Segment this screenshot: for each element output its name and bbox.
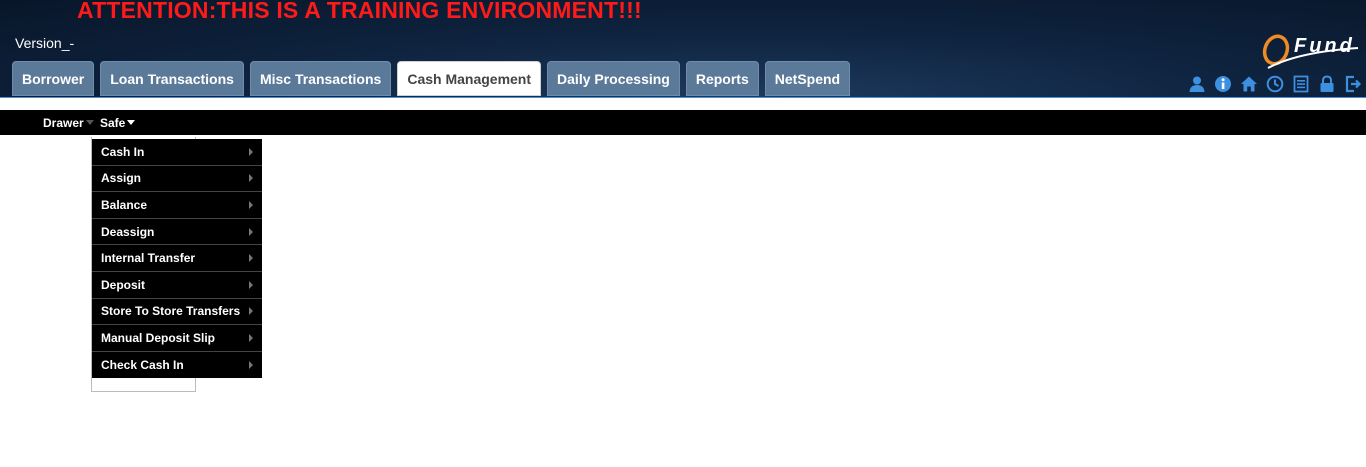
chevron-right-icon (249, 254, 253, 263)
tab-reports[interactable]: Reports (685, 61, 759, 96)
safe-menu[interactable]: Safe (100, 110, 136, 135)
tab-label: Daily Processing (557, 70, 670, 87)
tab-netspend[interactable]: NetSpend (764, 61, 851, 96)
sub-navigation-bar: Drawer Safe (0, 110, 1366, 135)
tab-label: Borrower (22, 70, 85, 87)
menu-item-balance[interactable]: Balance (92, 192, 262, 219)
menu-item-label: Balance (101, 197, 148, 212)
chevron-right-icon (249, 174, 253, 183)
menu-item-label: Internal Transfer (101, 251, 196, 266)
menu-item-deposit[interactable]: Deposit (92, 272, 262, 299)
tab-label: Cash Management (407, 70, 532, 87)
list-icon[interactable] (1290, 74, 1312, 94)
menu-item-label: Cash In (101, 144, 145, 159)
toolbar-icons (1186, 74, 1364, 94)
training-banner: ATTENTION:THIS IS A TRAINING ENVIRONMENT… (77, 0, 642, 23)
tab-label: NetSpend (774, 70, 841, 87)
header-divider (0, 97, 1366, 98)
tab-cash-management[interactable]: Cash Management (397, 61, 542, 96)
menu-item-label: Deassign (101, 224, 155, 239)
drawer-menu-label: Drawer (43, 115, 84, 130)
tab-label: Reports (695, 70, 749, 87)
chevron-right-icon (249, 227, 253, 236)
info-icon[interactable] (1212, 74, 1234, 94)
tab-label: Loan Transactions (110, 70, 234, 87)
safe-menu-label: Safe (100, 115, 126, 130)
tab-loan-transactions[interactable]: Loan Transactions (100, 61, 244, 96)
tab-borrower[interactable]: Borrower (12, 61, 95, 96)
menu-item-internal-transfer[interactable]: Internal Transfer (92, 245, 262, 272)
menu-item-manual-deposit-slip[interactable]: Manual Deposit Slip (92, 325, 262, 352)
logout-icon[interactable] (1342, 74, 1364, 94)
menu-item-label: Deposit (101, 277, 146, 292)
menu-item-label: Check Cash In (101, 358, 184, 373)
safe-dropdown-menu: Cash In Assign Balance Deassign Internal… (92, 139, 262, 379)
chevron-right-icon (249, 200, 253, 209)
chevron-right-icon (249, 280, 253, 289)
menu-item-store-to-store-transfers[interactable]: Store To Store Transfers (92, 299, 262, 326)
clock-icon[interactable] (1264, 74, 1286, 94)
menu-item-assign[interactable]: Assign (92, 166, 262, 193)
chevron-right-icon (249, 307, 253, 316)
menu-item-label: Assign (101, 171, 142, 186)
main-tabs: Borrower Loan Transactions Misc Transact… (12, 61, 851, 96)
qfund-logo: Fund (1262, 34, 1359, 69)
home-icon[interactable] (1238, 74, 1260, 94)
menu-item-check-cash-in[interactable]: Check Cash In (92, 352, 262, 379)
chevron-right-icon (249, 361, 253, 370)
chevron-right-icon (249, 147, 253, 156)
menu-item-label: Manual Deposit Slip (101, 330, 216, 345)
drawer-menu[interactable]: Drawer (43, 110, 94, 135)
tab-label: Misc Transactions (259, 70, 382, 87)
menu-item-deassign[interactable]: Deassign (92, 219, 262, 246)
user-icon[interactable] (1186, 74, 1208, 94)
version-label: Version_- (15, 35, 75, 51)
chevron-down-icon (127, 120, 136, 125)
menu-item-label: Store To Store Transfers (101, 304, 241, 319)
tab-misc-transactions[interactable]: Misc Transactions (249, 61, 392, 96)
tab-daily-processing[interactable]: Daily Processing (547, 61, 680, 96)
menu-item-cash-in[interactable]: Cash In (92, 139, 262, 166)
logo-text: Fund (1294, 35, 1355, 57)
chevron-right-icon (249, 333, 253, 342)
chevron-down-icon (85, 120, 94, 125)
lock-icon[interactable] (1316, 74, 1338, 94)
